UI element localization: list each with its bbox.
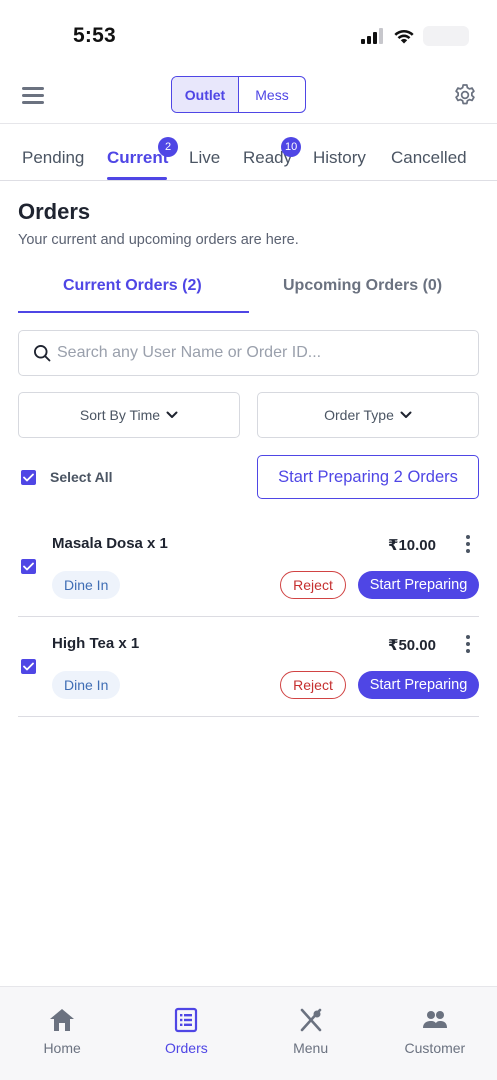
status-icons: [361, 26, 469, 46]
order-type-dropdown[interactable]: Order Type: [257, 392, 479, 438]
search-input[interactable]: [57, 331, 467, 375]
nav-customer-label: Customer: [404, 1040, 466, 1056]
utensils-icon: [300, 1008, 321, 1032]
home-icon: [50, 1009, 75, 1031]
segment-outlet[interactable]: Outlet: [172, 77, 239, 112]
order-status-tabs: Pending Current 2 Live Ready 10 History …: [0, 125, 497, 181]
nav-customer[interactable]: Customer: [373, 987, 497, 1080]
start-preparing-button[interactable]: Start Preparing: [358, 671, 479, 699]
order-item-name: Masala Dosa x 1: [52, 535, 168, 552]
start-preparing-button[interactable]: Start Preparing: [358, 571, 479, 599]
chevron-down-icon: [400, 411, 412, 418]
tab-pending[interactable]: Pending: [22, 148, 84, 168]
nav-orders[interactable]: Orders: [124, 987, 248, 1080]
order-item-name: High Tea x 1: [52, 635, 140, 652]
checkmark-icon: [23, 562, 34, 571]
tab-ready-badge: 10: [281, 137, 302, 157]
dine-in-chip: Dine In: [52, 571, 121, 599]
page-subtitle: Your current and upcoming orders are her…: [18, 232, 299, 248]
people-icon: [422, 1011, 447, 1028]
cellular-signal-icon: [361, 28, 383, 44]
page-title: Orders: [18, 199, 91, 224]
sort-by-time-label: Sort By Time: [79, 407, 161, 423]
tab-live[interactable]: Live: [189, 148, 220, 168]
checkmark-icon: [23, 473, 34, 482]
reject-button[interactable]: Reject: [280, 571, 346, 599]
dine-in-chip: Dine In: [52, 671, 121, 699]
hamburger-menu-icon[interactable]: [22, 85, 44, 105]
chevron-down-icon: [166, 411, 178, 418]
wifi-icon: [394, 29, 414, 44]
nav-home-label: Home: [43, 1040, 81, 1056]
more-options-icon[interactable]: [465, 635, 471, 655]
reject-button[interactable]: Reject: [280, 671, 346, 699]
nav-menu[interactable]: Menu: [249, 987, 373, 1080]
subtab-upcoming-orders[interactable]: Upcoming Orders (0): [283, 277, 442, 295]
order-row[interactable]: High Tea x 1 ₹50.00 Dine In Reject Start…: [18, 617, 479, 717]
search-box: [18, 330, 479, 376]
more-options-icon[interactable]: [465, 535, 471, 555]
tab-current-badge: 2: [158, 137, 178, 157]
orders-icon: [175, 1007, 198, 1033]
gear-icon[interactable]: [452, 82, 478, 108]
subtab-current-orders[interactable]: Current Orders (2): [63, 277, 202, 295]
tab-history[interactable]: History: [313, 148, 366, 168]
nav-home[interactable]: Home: [0, 987, 124, 1080]
order-price: ₹10.00: [388, 537, 436, 554]
status-bar: 5:53: [0, 0, 497, 70]
bottom-navigation: Home Orders Menu Customer: [0, 986, 497, 1080]
start-preparing-all-button[interactable]: Start Preparing 2 Orders: [257, 455, 479, 499]
outlet-mess-toggle: Outlet Mess: [171, 76, 306, 113]
search-icon: [34, 345, 51, 362]
battery-icon: [423, 26, 469, 46]
active-tab-indicator: [107, 177, 167, 180]
order-price: ₹50.00: [388, 637, 436, 654]
segment-mess[interactable]: Mess: [239, 77, 305, 112]
order-checkbox[interactable]: [21, 559, 36, 574]
tab-cancelled[interactable]: Cancelled: [391, 148, 467, 168]
sort-by-time-dropdown[interactable]: Sort By Time: [18, 392, 240, 438]
nav-menu-label: Menu: [293, 1040, 329, 1056]
select-all-checkbox[interactable]: [21, 470, 36, 485]
select-all-label: Select All: [50, 469, 113, 485]
order-row[interactable]: Masala Dosa x 1 ₹10.00 Dine In Reject St…: [18, 517, 479, 617]
order-type-label: Order Type: [324, 407, 394, 423]
checkmark-icon: [23, 662, 34, 671]
nav-orders-label: Orders: [164, 1040, 208, 1056]
status-time: 5:53: [73, 24, 116, 47]
top-header: Outlet Mess: [0, 70, 497, 124]
order-checkbox[interactable]: [21, 659, 36, 674]
subtab-indicator: [18, 311, 249, 313]
